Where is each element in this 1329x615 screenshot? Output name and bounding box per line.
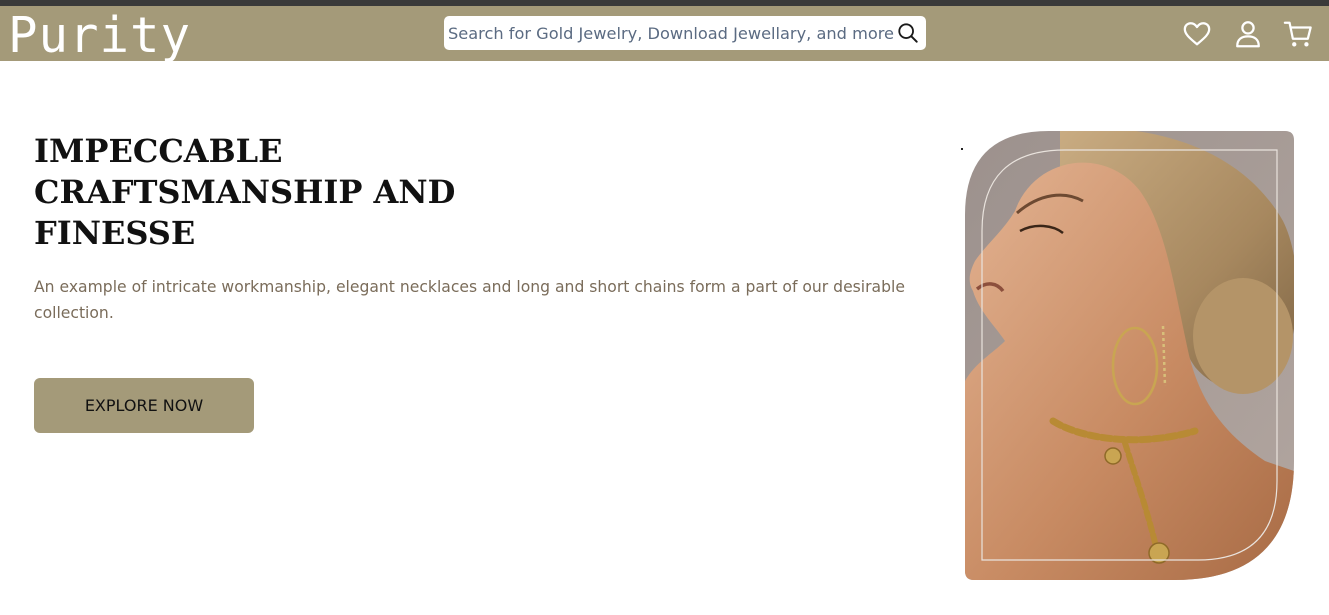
search-bar — [444, 16, 926, 50]
hero-title-line: IMPECCABLE — [34, 132, 283, 170]
explore-now-button[interactable]: EXPLORE NOW — [34, 378, 254, 433]
hero-title: IMPECCABLE CRAFTSMANSHIP AND FINESSE — [34, 131, 504, 254]
hero-description: An example of intricate workmanship, ele… — [34, 278, 905, 322]
cart-icon[interactable] — [1283, 19, 1313, 49]
search-icon[interactable] — [897, 22, 919, 44]
heart-icon[interactable] — [1182, 19, 1212, 49]
decorative-dot — [961, 148, 963, 150]
navbar: Purity — [0, 6, 1329, 63]
hero-title-line: FINESSE — [34, 214, 196, 252]
hero-title-line: CRAFTSMANSHIP AND — [34, 173, 456, 211]
search-input[interactable] — [444, 16, 894, 50]
user-icon[interactable] — [1233, 19, 1263, 49]
logo[interactable]: Purity — [8, 8, 191, 63]
hero-image — [965, 131, 1294, 580]
